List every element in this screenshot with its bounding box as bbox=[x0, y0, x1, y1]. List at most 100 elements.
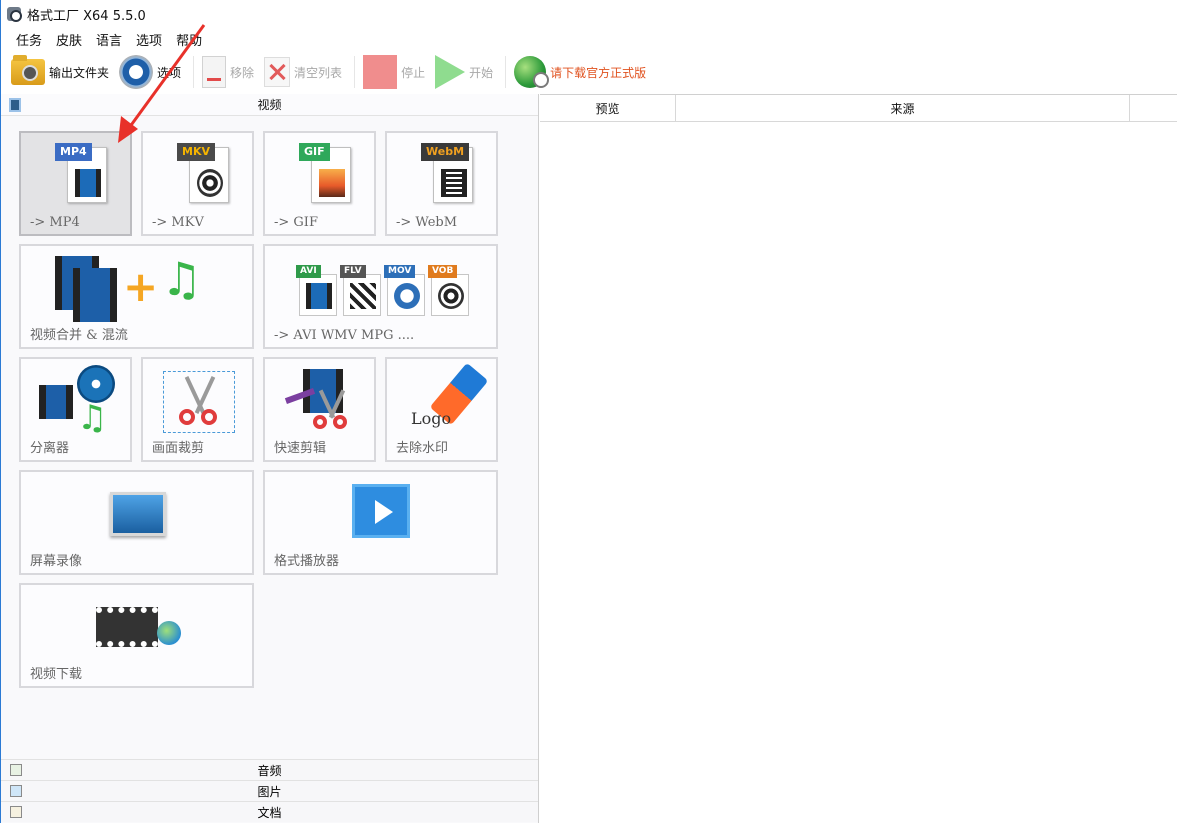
mov-tag: MOV bbox=[384, 265, 416, 278]
tile-splitter[interactable]: ♫ 分离器 bbox=[19, 357, 132, 462]
tile-screen-record[interactable]: 屏幕录像 bbox=[19, 470, 254, 575]
film-download-icon bbox=[96, 607, 158, 647]
function-panel: 视频 MP4 -> MP4 MKV -> MKV GIF -> GIF WebM… bbox=[1, 94, 539, 823]
play-icon bbox=[435, 55, 466, 89]
stop-button[interactable]: 停止 bbox=[363, 53, 425, 91]
tile-label: 画面裁剪 bbox=[152, 441, 205, 456]
film-strip-icon bbox=[73, 268, 117, 322]
globe-icon bbox=[157, 621, 181, 645]
category-video-label: 视频 bbox=[257, 98, 282, 112]
tile-label: 去除水印 bbox=[396, 441, 449, 456]
clear-list-label: 清空列表 bbox=[294, 65, 343, 80]
start-button[interactable]: 开始 bbox=[435, 53, 493, 91]
film-strip-icon bbox=[39, 385, 73, 419]
toolbar-separator bbox=[354, 56, 356, 88]
folder-icon bbox=[11, 55, 45, 85]
menu-task[interactable]: 任务 bbox=[16, 30, 42, 49]
gif-tag: GIF bbox=[299, 143, 330, 161]
remove-label: 移除 bbox=[230, 65, 255, 80]
menu-skin[interactable]: 皮肤 bbox=[56, 30, 82, 49]
document-category-icon bbox=[10, 806, 22, 818]
tile-remove-watermark[interactable]: Logo 去除水印 bbox=[385, 357, 498, 462]
menu-options[interactable]: 选项 bbox=[136, 30, 162, 49]
tile-label: 快速剪辑 bbox=[274, 441, 327, 456]
tile-label: -> WebM bbox=[396, 215, 458, 230]
toolbar-separator bbox=[193, 56, 195, 88]
avi-tag: AVI bbox=[296, 265, 321, 278]
tile-label: 视频合并 & 混流 bbox=[30, 328, 128, 343]
category-audio-label: 音频 bbox=[257, 763, 282, 778]
remove-button[interactable]: 移除 bbox=[202, 53, 254, 91]
image-category-icon bbox=[10, 785, 22, 797]
gif-file-icon: GIF bbox=[299, 143, 353, 207]
tile-format-player[interactable]: 格式播放器 bbox=[263, 470, 498, 575]
clear-list-button[interactable]: 清空列表 bbox=[264, 53, 342, 91]
tile-video-merge-mux[interactable]: + ♫ 视频合并 & 混流 bbox=[19, 244, 254, 349]
options-button[interactable]: 选项 bbox=[119, 53, 181, 91]
column-extra bbox=[1130, 95, 1177, 121]
download-official-link[interactable]: 请下载官方正式版 bbox=[514, 53, 646, 91]
tile-to-webm[interactable]: WebM -> WebM bbox=[385, 131, 498, 236]
category-video-header[interactable]: 视频 bbox=[1, 94, 538, 116]
title-bar: 格式工厂 X64 5.5.0 bbox=[1, 0, 1177, 28]
vob-file-icon: VOB bbox=[428, 265, 469, 316]
music-note-icon: ♫ bbox=[161, 252, 203, 306]
stop-icon bbox=[363, 55, 398, 89]
mp4-file-icon: MP4 bbox=[55, 143, 109, 207]
tile-label: 分离器 bbox=[30, 441, 70, 456]
category-image-header[interactable]: 图片 bbox=[1, 780, 538, 801]
tile-to-mkv[interactable]: MKV -> MKV bbox=[141, 131, 254, 236]
category-document-label: 文档 bbox=[257, 805, 282, 820]
app-window: 格式工厂 X64 5.5.0 任务 皮肤 语言 选项 帮助 输出文件夹 选项 移… bbox=[0, 0, 1177, 823]
flv-file-icon: FLV bbox=[340, 265, 381, 316]
start-label: 开始 bbox=[469, 65, 494, 80]
app-logo-icon bbox=[7, 7, 22, 22]
task-list-body[interactable] bbox=[540, 122, 1177, 823]
music-note-icon: ♫ bbox=[77, 398, 108, 438]
tile-to-avi-wmv-mpg[interactable]: AVI FLV MOV VOB -> AVI WMV MPG .... bbox=[263, 244, 498, 349]
output-folder-label: 输出文件夹 bbox=[49, 65, 110, 80]
tile-label: 视频下载 bbox=[30, 667, 83, 682]
tile-to-mp4[interactable]: MP4 -> MP4 bbox=[19, 131, 132, 236]
logo-watermark-text: Logo bbox=[411, 409, 452, 428]
globe-download-icon bbox=[514, 56, 550, 88]
tile-label: -> GIF bbox=[274, 215, 318, 230]
category-document-header[interactable]: 文档 bbox=[1, 801, 538, 822]
stop-label: 停止 bbox=[401, 65, 426, 80]
column-source[interactable]: 来源 bbox=[676, 95, 1130, 121]
menu-bar: 任务 皮肤 语言 选项 帮助 bbox=[1, 28, 209, 50]
options-label: 选项 bbox=[157, 65, 182, 80]
output-folder-button[interactable]: 输出文件夹 bbox=[11, 53, 109, 91]
tile-label: -> AVI WMV MPG .... bbox=[274, 328, 415, 343]
webm-file-icon: WebM bbox=[421, 143, 475, 207]
column-preview[interactable]: 预览 bbox=[540, 95, 676, 121]
mkv-tag: MKV bbox=[177, 143, 215, 161]
menu-help[interactable]: 帮助 bbox=[176, 30, 202, 49]
remove-icon bbox=[202, 56, 227, 88]
audio-category-icon bbox=[10, 764, 22, 776]
tile-label: 屏幕录像 bbox=[30, 554, 83, 569]
download-official-label: 请下载官方正式版 bbox=[550, 65, 647, 80]
tile-crop[interactable]: 画面裁剪 bbox=[141, 357, 254, 462]
screen-recorder-icon bbox=[110, 492, 166, 536]
tile-label: -> MP4 bbox=[30, 215, 80, 230]
tile-label: 格式播放器 bbox=[274, 554, 340, 569]
video-category-icon bbox=[9, 98, 21, 112]
flv-tag: FLV bbox=[340, 265, 366, 278]
gear-icon bbox=[119, 55, 154, 89]
tile-video-download[interactable]: 视频下载 bbox=[19, 583, 254, 688]
mp4-tag: MP4 bbox=[55, 143, 92, 161]
plus-icon: + bbox=[123, 262, 159, 311]
clear-icon bbox=[264, 57, 291, 87]
toolbar-separator bbox=[505, 56, 507, 88]
mov-file-icon: MOV bbox=[384, 265, 425, 316]
menu-language[interactable]: 语言 bbox=[96, 30, 122, 49]
vob-tag: VOB bbox=[428, 265, 458, 278]
tile-quick-edit[interactable]: 快速剪辑 bbox=[263, 357, 376, 462]
webm-tag: WebM bbox=[421, 143, 470, 161]
tile-to-gif[interactable]: GIF -> GIF bbox=[263, 131, 376, 236]
toolbar: 输出文件夹 选项 移除 清空列表 停止 开始 请下载官方正式版 bbox=[1, 51, 1177, 93]
mkv-file-icon: MKV bbox=[177, 143, 231, 207]
category-audio-header[interactable]: 音频 bbox=[1, 759, 538, 780]
category-image-label: 图片 bbox=[257, 784, 282, 799]
